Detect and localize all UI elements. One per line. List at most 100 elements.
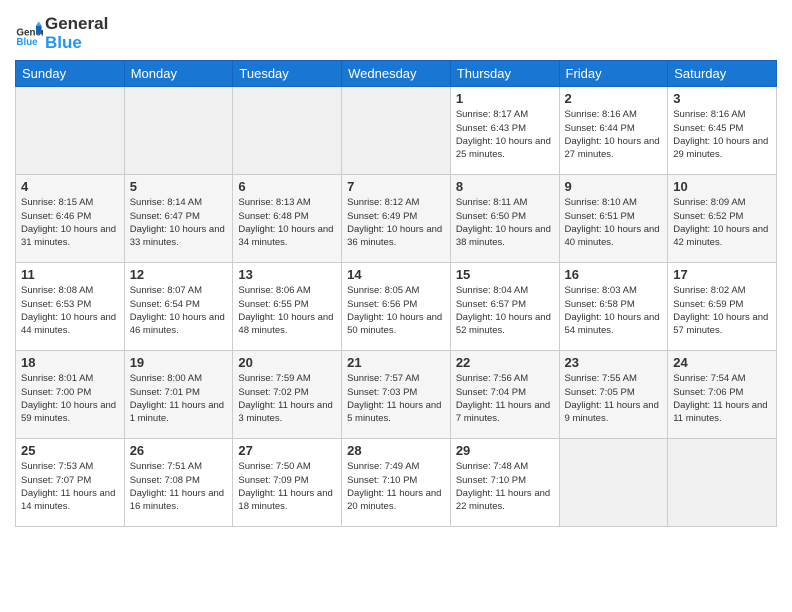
logo-icon: General Blue bbox=[15, 20, 43, 48]
svg-text:Blue: Blue bbox=[16, 37, 38, 48]
weekday-header: Wednesday bbox=[342, 61, 451, 87]
calendar-row: 18 Sunrise: 8:01 AM Sunset: 7:00 PM Dayl… bbox=[16, 351, 777, 439]
day-number: 9 bbox=[565, 179, 663, 194]
day-info: Sunrise: 8:15 AM Sunset: 6:46 PM Dayligh… bbox=[21, 196, 119, 249]
day-number: 16 bbox=[565, 267, 663, 282]
day-info: Sunrise: 8:08 AM Sunset: 6:53 PM Dayligh… bbox=[21, 284, 119, 337]
calendar-cell: 26 Sunrise: 7:51 AM Sunset: 7:08 PM Dayl… bbox=[124, 439, 233, 527]
day-info: Sunrise: 7:53 AM Sunset: 7:07 PM Dayligh… bbox=[21, 460, 119, 513]
day-number: 19 bbox=[130, 355, 228, 370]
day-info: Sunrise: 8:01 AM Sunset: 7:00 PM Dayligh… bbox=[21, 372, 119, 425]
calendar-cell: 20 Sunrise: 7:59 AM Sunset: 7:02 PM Dayl… bbox=[233, 351, 342, 439]
day-number: 20 bbox=[238, 355, 336, 370]
day-info: Sunrise: 8:13 AM Sunset: 6:48 PM Dayligh… bbox=[238, 196, 336, 249]
day-info: Sunrise: 8:17 AM Sunset: 6:43 PM Dayligh… bbox=[456, 108, 554, 161]
calendar-cell: 1 Sunrise: 8:17 AM Sunset: 6:43 PM Dayli… bbox=[450, 87, 559, 175]
weekday-header: Sunday bbox=[16, 61, 125, 87]
day-info: Sunrise: 8:04 AM Sunset: 6:57 PM Dayligh… bbox=[456, 284, 554, 337]
day-number: 28 bbox=[347, 443, 445, 458]
logo-text: General Blue bbox=[45, 15, 108, 52]
day-info: Sunrise: 8:16 AM Sunset: 6:45 PM Dayligh… bbox=[673, 108, 771, 161]
day-number: 25 bbox=[21, 443, 119, 458]
day-number: 10 bbox=[673, 179, 771, 194]
day-info: Sunrise: 7:55 AM Sunset: 7:05 PM Dayligh… bbox=[565, 372, 663, 425]
calendar-cell: 2 Sunrise: 8:16 AM Sunset: 6:44 PM Dayli… bbox=[559, 87, 668, 175]
calendar-cell: 7 Sunrise: 8:12 AM Sunset: 6:49 PM Dayli… bbox=[342, 175, 451, 263]
calendar-header-row: SundayMondayTuesdayWednesdayThursdayFrid… bbox=[16, 61, 777, 87]
day-number: 6 bbox=[238, 179, 336, 194]
calendar-row: 11 Sunrise: 8:08 AM Sunset: 6:53 PM Dayl… bbox=[16, 263, 777, 351]
day-info: Sunrise: 7:48 AM Sunset: 7:10 PM Dayligh… bbox=[456, 460, 554, 513]
day-number: 12 bbox=[130, 267, 228, 282]
day-number: 17 bbox=[673, 267, 771, 282]
calendar-cell: 27 Sunrise: 7:50 AM Sunset: 7:09 PM Dayl… bbox=[233, 439, 342, 527]
day-number: 24 bbox=[673, 355, 771, 370]
day-info: Sunrise: 8:10 AM Sunset: 6:51 PM Dayligh… bbox=[565, 196, 663, 249]
day-number: 18 bbox=[21, 355, 119, 370]
calendar-cell: 11 Sunrise: 8:08 AM Sunset: 6:53 PM Dayl… bbox=[16, 263, 125, 351]
calendar-cell: 9 Sunrise: 8:10 AM Sunset: 6:51 PM Dayli… bbox=[559, 175, 668, 263]
calendar-cell: 25 Sunrise: 7:53 AM Sunset: 7:07 PM Dayl… bbox=[16, 439, 125, 527]
day-number: 27 bbox=[238, 443, 336, 458]
weekday-header: Saturday bbox=[668, 61, 777, 87]
calendar-cell: 17 Sunrise: 8:02 AM Sunset: 6:59 PM Dayl… bbox=[668, 263, 777, 351]
calendar-cell: 4 Sunrise: 8:15 AM Sunset: 6:46 PM Dayli… bbox=[16, 175, 125, 263]
day-info: Sunrise: 7:54 AM Sunset: 7:06 PM Dayligh… bbox=[673, 372, 771, 425]
calendar-cell: 28 Sunrise: 7:49 AM Sunset: 7:10 PM Dayl… bbox=[342, 439, 451, 527]
day-number: 23 bbox=[565, 355, 663, 370]
day-number: 8 bbox=[456, 179, 554, 194]
calendar-cell bbox=[668, 439, 777, 527]
day-number: 15 bbox=[456, 267, 554, 282]
header: General Blue General Blue bbox=[15, 10, 777, 52]
day-info: Sunrise: 7:51 AM Sunset: 7:08 PM Dayligh… bbox=[130, 460, 228, 513]
day-info: Sunrise: 8:11 AM Sunset: 6:50 PM Dayligh… bbox=[456, 196, 554, 249]
calendar-cell: 29 Sunrise: 7:48 AM Sunset: 7:10 PM Dayl… bbox=[450, 439, 559, 527]
day-number: 11 bbox=[21, 267, 119, 282]
calendar-row: 25 Sunrise: 7:53 AM Sunset: 7:07 PM Dayl… bbox=[16, 439, 777, 527]
calendar-cell: 3 Sunrise: 8:16 AM Sunset: 6:45 PM Dayli… bbox=[668, 87, 777, 175]
day-info: Sunrise: 8:16 AM Sunset: 6:44 PM Dayligh… bbox=[565, 108, 663, 161]
weekday-header: Tuesday bbox=[233, 61, 342, 87]
calendar-body: 1 Sunrise: 8:17 AM Sunset: 6:43 PM Dayli… bbox=[16, 87, 777, 527]
day-info: Sunrise: 8:12 AM Sunset: 6:49 PM Dayligh… bbox=[347, 196, 445, 249]
weekday-header: Monday bbox=[124, 61, 233, 87]
day-number: 2 bbox=[565, 91, 663, 106]
day-number: 14 bbox=[347, 267, 445, 282]
calendar-table: SundayMondayTuesdayWednesdayThursdayFrid… bbox=[15, 60, 777, 527]
day-info: Sunrise: 8:05 AM Sunset: 6:56 PM Dayligh… bbox=[347, 284, 445, 337]
calendar-row: 4 Sunrise: 8:15 AM Sunset: 6:46 PM Dayli… bbox=[16, 175, 777, 263]
calendar-cell bbox=[124, 87, 233, 175]
main-container: General Blue General Blue SundayMondayTu… bbox=[0, 0, 792, 537]
day-number: 7 bbox=[347, 179, 445, 194]
calendar-cell: 13 Sunrise: 8:06 AM Sunset: 6:55 PM Dayl… bbox=[233, 263, 342, 351]
day-info: Sunrise: 8:06 AM Sunset: 6:55 PM Dayligh… bbox=[238, 284, 336, 337]
calendar-cell: 12 Sunrise: 8:07 AM Sunset: 6:54 PM Dayl… bbox=[124, 263, 233, 351]
calendar-cell: 16 Sunrise: 8:03 AM Sunset: 6:58 PM Dayl… bbox=[559, 263, 668, 351]
calendar-cell: 19 Sunrise: 8:00 AM Sunset: 7:01 PM Dayl… bbox=[124, 351, 233, 439]
day-number: 3 bbox=[673, 91, 771, 106]
day-info: Sunrise: 7:49 AM Sunset: 7:10 PM Dayligh… bbox=[347, 460, 445, 513]
weekday-header: Thursday bbox=[450, 61, 559, 87]
calendar-cell bbox=[233, 87, 342, 175]
day-info: Sunrise: 7:56 AM Sunset: 7:04 PM Dayligh… bbox=[456, 372, 554, 425]
day-info: Sunrise: 7:59 AM Sunset: 7:02 PM Dayligh… bbox=[238, 372, 336, 425]
day-number: 21 bbox=[347, 355, 445, 370]
calendar-cell: 24 Sunrise: 7:54 AM Sunset: 7:06 PM Dayl… bbox=[668, 351, 777, 439]
day-number: 5 bbox=[130, 179, 228, 194]
day-info: Sunrise: 7:57 AM Sunset: 7:03 PM Dayligh… bbox=[347, 372, 445, 425]
calendar-cell: 21 Sunrise: 7:57 AM Sunset: 7:03 PM Dayl… bbox=[342, 351, 451, 439]
calendar-cell bbox=[342, 87, 451, 175]
calendar-cell: 10 Sunrise: 8:09 AM Sunset: 6:52 PM Dayl… bbox=[668, 175, 777, 263]
day-number: 29 bbox=[456, 443, 554, 458]
day-info: Sunrise: 8:00 AM Sunset: 7:01 PM Dayligh… bbox=[130, 372, 228, 425]
day-number: 13 bbox=[238, 267, 336, 282]
day-info: Sunrise: 8:02 AM Sunset: 6:59 PM Dayligh… bbox=[673, 284, 771, 337]
calendar-cell: 14 Sunrise: 8:05 AM Sunset: 6:56 PM Dayl… bbox=[342, 263, 451, 351]
calendar-cell bbox=[559, 439, 668, 527]
logo: General Blue General Blue bbox=[15, 15, 108, 52]
calendar-cell: 6 Sunrise: 8:13 AM Sunset: 6:48 PM Dayli… bbox=[233, 175, 342, 263]
calendar-cell: 5 Sunrise: 8:14 AM Sunset: 6:47 PM Dayli… bbox=[124, 175, 233, 263]
day-info: Sunrise: 8:14 AM Sunset: 6:47 PM Dayligh… bbox=[130, 196, 228, 249]
calendar-cell: 15 Sunrise: 8:04 AM Sunset: 6:57 PM Dayl… bbox=[450, 263, 559, 351]
calendar-cell: 18 Sunrise: 8:01 AM Sunset: 7:00 PM Dayl… bbox=[16, 351, 125, 439]
